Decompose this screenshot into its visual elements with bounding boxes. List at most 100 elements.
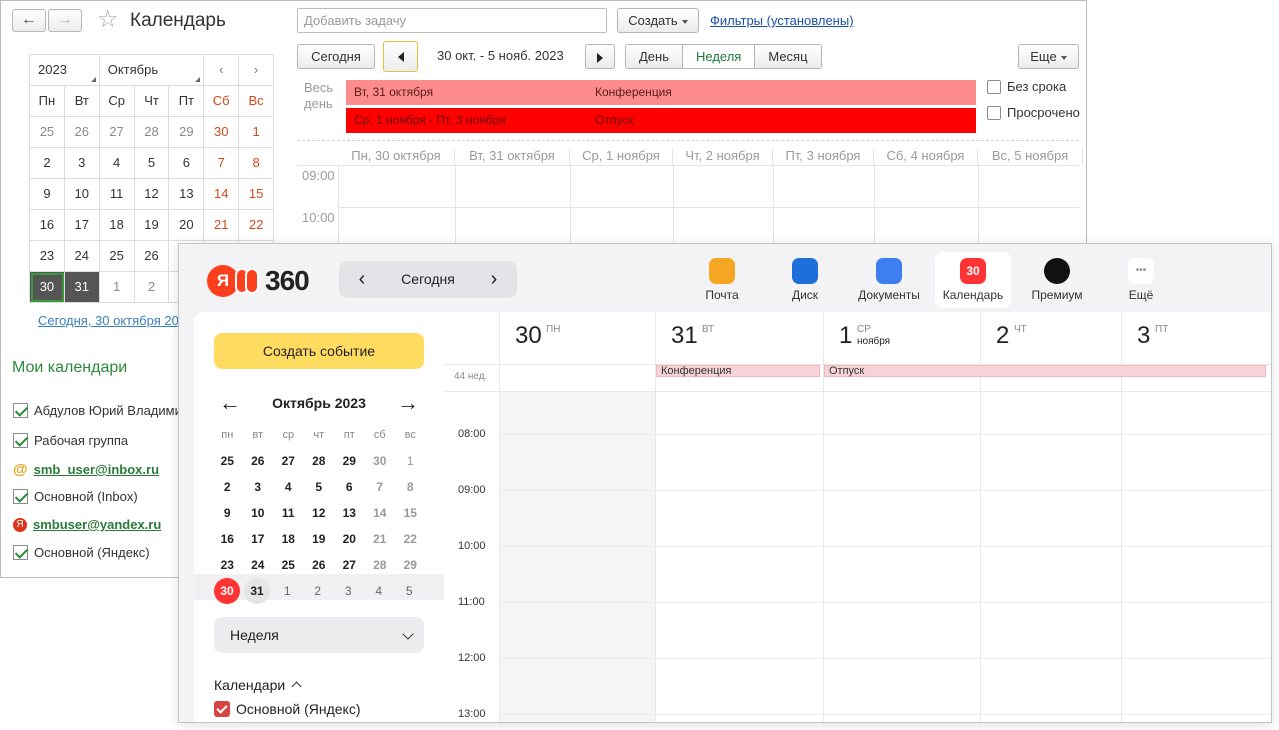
app-disk[interactable]: Диск [767, 252, 843, 308]
mini-day[interactable]: 18 [273, 532, 304, 546]
calendars-toggle[interactable]: Календари [214, 677, 302, 693]
mini-day[interactable]: 4 [273, 480, 304, 494]
mini-day[interactable]: 2 [303, 584, 334, 598]
mini-day[interactable]: 22 [239, 210, 275, 241]
today-button[interactable]: Сегодня [297, 44, 375, 69]
mini-day[interactable]: 26 [304, 558, 335, 572]
mini-day[interactable]: 25 [212, 454, 243, 468]
back-button[interactable]: ← [12, 9, 46, 32]
overdue-checkbox[interactable]: Просрочено [987, 105, 1080, 120]
mini-day[interactable]: 15 [395, 506, 426, 520]
calendar-item[interactable]: Рабочая группа [13, 433, 128, 448]
create-event-button[interactable]: Создать событие [214, 333, 424, 369]
day-column-header[interactable]: 30 ПН [499, 312, 655, 364]
mini-day[interactable]: 17 [64, 210, 100, 241]
mini-day[interactable]: 27 [334, 558, 365, 572]
mini-day[interactable]: 21 [204, 210, 240, 241]
mini-day[interactable]: 31 [244, 578, 270, 604]
account-link[interactable]: smbuser@yandex.ru [33, 517, 161, 532]
mini-day[interactable]: 7 [365, 480, 396, 494]
calendar-item[interactable]: Основной (Яндекс) [214, 701, 360, 717]
yandex-360-logo[interactable]: Я 360 [207, 265, 310, 297]
allday-event[interactable]: Вт, 31 октября Конференция [346, 80, 976, 105]
mini-next-button[interactable]: › [239, 55, 274, 86]
app-mail[interactable]: Почта [684, 252, 760, 308]
mini-day[interactable]: 20 [169, 210, 205, 241]
mini-day[interactable]: 12 [304, 506, 335, 520]
mini-day[interactable]: 1 [272, 584, 303, 598]
mini-day[interactable]: 28 [365, 558, 396, 572]
mini-day[interactable]: 19 [134, 210, 170, 241]
mini-day[interactable]: 26 [134, 241, 170, 272]
mini-day[interactable]: 9 [30, 179, 65, 210]
checkbox-checked-icon[interactable] [13, 403, 28, 418]
day-column-header[interactable]: 1 СР ноября [823, 312, 980, 364]
mini-day[interactable]: 29 [169, 117, 205, 148]
mini-day[interactable]: 2 [30, 148, 65, 179]
mini-day[interactable]: 1 [395, 454, 426, 468]
calendar-item[interactable]: Яsmbuser@yandex.ru [13, 517, 161, 532]
mini-day[interactable]: 31 [64, 272, 100, 303]
calendar-item[interactable]: Основной (Яндекс) [13, 545, 150, 560]
mini-day[interactable]: 3 [64, 148, 100, 179]
mini-day[interactable]: 8 [395, 480, 426, 494]
forward-button[interactable]: → [48, 9, 82, 32]
app-calendar[interactable]: 30 Календарь [935, 252, 1011, 308]
view-month-button[interactable]: Месяц [754, 45, 821, 68]
mini-day[interactable]: 4 [99, 148, 135, 179]
mini-day[interactable]: 27 [273, 454, 304, 468]
mini-day[interactable]: 5 [134, 148, 170, 179]
app-docs[interactable]: Документы [851, 252, 927, 308]
add-task-input[interactable] [297, 8, 607, 33]
mini-day[interactable]: 30 [214, 578, 240, 604]
calendar-item[interactable]: Основной (Inbox) [13, 489, 138, 504]
next-week-button[interactable] [585, 44, 615, 69]
view-week-button[interactable]: Неделя [682, 45, 755, 68]
create-dropdown-button[interactable]: Создать [617, 8, 699, 33]
mini-day[interactable]: 10 [64, 179, 100, 210]
mini-day[interactable]: 25 [30, 117, 65, 148]
event-conference[interactable]: Конференция [656, 365, 820, 377]
mini-day[interactable]: 26 [243, 454, 274, 468]
mini-day[interactable]: 20 [334, 532, 365, 546]
event-vacation[interactable]: Отпуск [824, 365, 1266, 377]
mini-day[interactable]: 16 [30, 210, 65, 241]
filters-link[interactable]: Фильтры (установлены) [710, 13, 854, 28]
mini-day[interactable]: 22 [395, 532, 426, 546]
checkbox-checked-icon[interactable] [13, 545, 28, 560]
mini-day[interactable]: 2 [212, 480, 243, 494]
mini-day[interactable]: 1 [99, 272, 135, 303]
mini-day[interactable]: 13 [334, 506, 365, 520]
mini-day[interactable]: 11 [99, 179, 135, 210]
mini-day[interactable]: 30 [204, 117, 240, 148]
mini-day[interactable]: 8 [239, 148, 275, 179]
mini-day[interactable]: 24 [243, 558, 274, 572]
mini-day[interactable]: 14 [204, 179, 240, 210]
mini-day[interactable]: 3 [243, 480, 274, 494]
mini-day[interactable]: 5 [304, 480, 335, 494]
mini-day[interactable]: 6 [169, 148, 205, 179]
mini-day[interactable]: 27 [99, 117, 135, 148]
today-link[interactable]: Сегодня, 30 октября 20 [38, 313, 179, 328]
mini-day[interactable]: 29 [334, 454, 365, 468]
checkbox-checked-icon[interactable] [13, 433, 28, 448]
mini-day[interactable]: 3 [333, 584, 364, 598]
mini-day[interactable]: 10 [243, 506, 274, 520]
mini-day[interactable]: 11 [273, 506, 304, 520]
mini-day[interactable]: 4 [364, 584, 395, 598]
mini-day[interactable]: 2 [134, 272, 170, 303]
mini-day[interactable]: 9 [212, 506, 243, 520]
prev-week-button[interactable] [383, 41, 418, 72]
app-more[interactable]: ••• Ещё [1103, 252, 1179, 308]
mini-day[interactable]: 14 [365, 506, 396, 520]
mini-day[interactable]: 21 [365, 532, 396, 546]
mini-day[interactable]: 5 [394, 584, 425, 598]
mini-day[interactable]: 12 [134, 179, 170, 210]
mini-day[interactable]: 26 [64, 117, 100, 148]
checkbox-checked-icon[interactable] [13, 489, 28, 504]
allday-event[interactable]: Ср, 1 ноября - Пт, 3 ноября Отпуск [346, 108, 976, 133]
mini-day[interactable]: 7 [204, 148, 240, 179]
mini-prev-button[interactable]: ‹ [204, 55, 240, 86]
favorite-star-icon[interactable]: ☆ [97, 7, 119, 33]
mini-day[interactable]: 6 [334, 480, 365, 494]
